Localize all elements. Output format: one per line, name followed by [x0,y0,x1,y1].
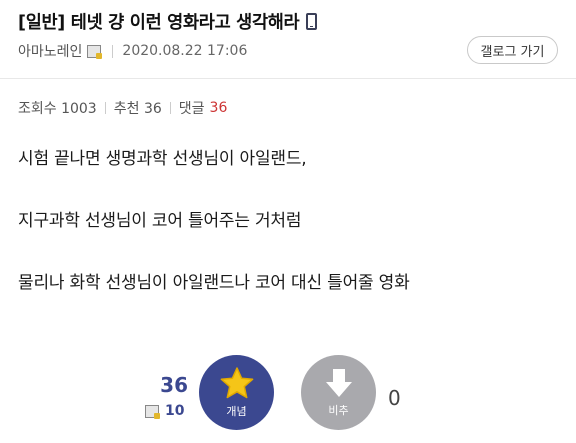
fixed-recommend: 10 [145,403,184,419]
downvote-label: 비추 [328,404,349,417]
recommend-button[interactable]: 개념 [199,355,274,430]
comments-count[interactable]: 36 [210,100,228,116]
recommend-count: 추천 36 [113,101,162,117]
view-count: 조회수 1003 [18,101,97,117]
post-line: 물리나 화학 선생님이 아일랜드나 코어 대신 틀어줄 영화 [18,273,410,293]
comments-label[interactable]: 댓글 [179,98,205,118]
recommend-label: 개념 [226,405,247,418]
stats-divider [104,102,106,114]
post-line: 시험 끝나면 생명과학 선생님이 아일랜드, [18,149,307,169]
mobile-phone-icon [306,13,318,30]
fixed-member-icon [145,404,160,419]
post-meta: 아마노레인 2020.08.22 17:06 [18,41,247,61]
stats-divider [169,102,171,114]
author-name[interactable]: 아마노레인 [18,41,82,61]
gallog-button[interactable]: 갤로그 가기 [467,36,558,64]
post-body: 시험 끝나면 생명과학 선생님이 아일랜드, 지구과학 선생님이 코어 틀어주는… [18,146,558,332]
arrow-down-icon [325,369,352,397]
vote-area: 36 10 개념 비추 0 [0,355,576,435]
post-header: [일반] 테넷 걍 이런 영화라고 생각해라 아마노레인 2020.08.22 … [0,0,576,78]
post-title: [일반] 테넷 걍 이런 영화라고 생각해라 [18,13,300,33]
downvote-count: 0 [388,386,401,410]
star-icon [220,367,253,399]
recommend-total: 36 [160,373,188,397]
title-row: [일반] 테넷 걍 이런 영화라고 생각해라 [18,9,318,34]
header-divider [0,78,576,79]
fixed-member-icon [87,44,103,59]
meta-divider [112,44,114,58]
fixed-recommend-count: 10 [165,403,185,419]
downvote-button[interactable]: 비추 [301,355,376,430]
post-date: 2020.08.22 17:06 [122,43,248,59]
post-stats: 조회수 1003 추천 36 댓글 36 [18,98,227,118]
post-line: 지구과학 선생님이 코어 틀어주는 거처럼 [18,211,302,231]
